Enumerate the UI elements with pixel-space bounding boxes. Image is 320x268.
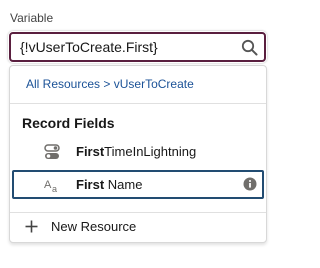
- option-label: First Name: [76, 177, 143, 192]
- breadcrumb-current[interactable]: vUserToCreate: [114, 77, 194, 91]
- variable-combobox[interactable]: [9, 32, 266, 62]
- search-icon[interactable]: [241, 39, 258, 56]
- divider: [10, 103, 266, 104]
- variable-label: Variable: [10, 11, 54, 25]
- option-first-time-in-lightning[interactable]: FirstTimeInLightning: [12, 137, 264, 166]
- breadcrumb-separator: >: [103, 77, 111, 91]
- breadcrumb: All Resources > vUserToCreate: [26, 77, 194, 91]
- option-label: FirstTimeInLightning: [76, 144, 197, 159]
- option-first-name[interactable]: A a First Name: [12, 170, 264, 199]
- resource-dropdown: All Resources > vUserToCreate Record Fie…: [9, 65, 267, 243]
- toggle-icon: [44, 144, 60, 159]
- info-icon[interactable]: [243, 177, 257, 191]
- section-heading-record-fields: Record Fields: [22, 115, 115, 131]
- breadcrumb-all-resources[interactable]: All Resources: [26, 77, 100, 91]
- variable-input[interactable]: [20, 38, 235, 56]
- text-field-icon: A a: [44, 179, 57, 194]
- new-resource-button[interactable]: New Resource: [10, 213, 266, 241]
- svg-text:A: A: [44, 179, 52, 191]
- new-resource-label: New Resource: [51, 219, 137, 234]
- plus-icon: [25, 220, 38, 233]
- svg-text:a: a: [52, 184, 57, 194]
